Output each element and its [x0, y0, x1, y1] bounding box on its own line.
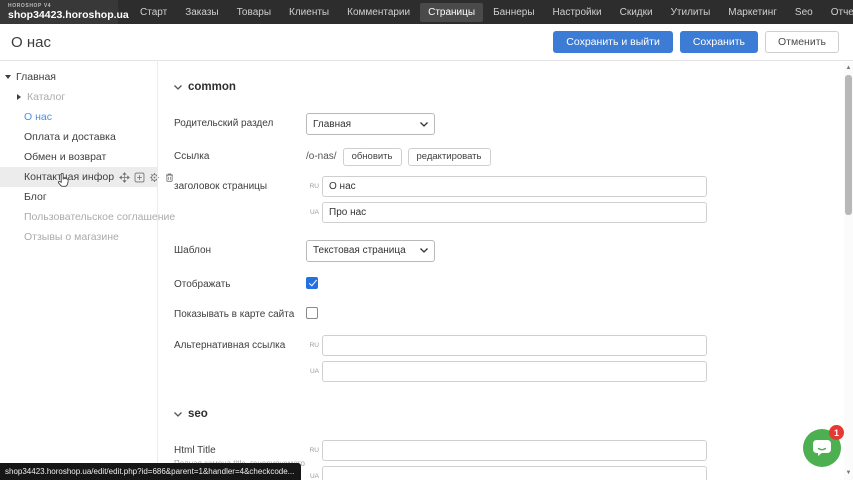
topbar: HOROSHOP V4 shop34423.horoshop.ua Старт … — [0, 0, 853, 24]
alt-link-label: Альтернативная ссылка — [174, 335, 306, 382]
section-seo-header[interactable]: seo — [174, 408, 853, 420]
nav-utility[interactable]: Утилиты — [663, 3, 719, 22]
chevron-down-icon — [420, 122, 428, 127]
collapse-chevron-icon — [174, 412, 182, 417]
lang-ru-badge: RU — [306, 342, 319, 349]
html-title-ua-input[interactable] — [322, 466, 707, 480]
scroll-up-arrow-icon[interactable]: ▲ — [844, 64, 853, 73]
tree-item-katalog[interactable]: Каталог — [0, 87, 157, 107]
html-title-ru-input[interactable] — [322, 440, 707, 461]
nav-start[interactable]: Старт — [132, 3, 175, 22]
page-title-ua-input[interactable] — [322, 202, 707, 223]
save-button[interactable]: Сохранить — [680, 31, 758, 54]
template-label: Шаблон — [174, 240, 306, 262]
page-header: О нас Сохранить и выйти Сохранить Отмени… — [0, 24, 853, 61]
template-select[interactable]: Текстовая страница — [306, 240, 435, 262]
page-title-ru-input[interactable] — [322, 176, 707, 197]
alt-link-ru-input[interactable] — [322, 335, 707, 356]
vertical-scrollbar[interactable]: ▲ ▼ — [844, 62, 853, 480]
logo-version: HOROSHOP V4 — [8, 4, 108, 9]
logo[interactable]: HOROSHOP V4 shop34423.horoshop.ua — [0, 0, 118, 24]
nav-otchety[interactable]: Отчеты — [823, 3, 853, 22]
sitemap-label: Показывать в карте сайта — [174, 304, 306, 322]
link-edit-button[interactable]: редактировать — [408, 148, 491, 166]
lang-ru-badge: RU — [306, 183, 319, 190]
link-update-button[interactable]: обновить — [343, 148, 402, 166]
section-common-title: common — [188, 81, 236, 93]
chat-unread-badge: 1 — [829, 425, 844, 440]
nav-seo[interactable]: Seo — [787, 3, 821, 22]
tree-item-obmen-i-vozvrat[interactable]: Обмен и возврат — [0, 147, 157, 167]
scroll-down-arrow-icon[interactable]: ▼ — [844, 469, 853, 478]
nav-nastroyki[interactable]: Настройки — [545, 3, 610, 22]
parent-section-label: Родительский раздел — [174, 113, 306, 135]
cancel-button[interactable]: Отменить — [765, 31, 839, 54]
page-title-label: заголовок страницы — [174, 176, 306, 223]
parent-section-select[interactable]: Главная — [306, 113, 435, 135]
section-common-header[interactable]: common — [174, 81, 853, 93]
tree-item-o-nas[interactable]: О нас — [0, 107, 157, 127]
nav-klienty[interactable]: Клиенты — [281, 3, 337, 22]
nav-tovary[interactable]: Товары — [229, 3, 279, 22]
lang-ua-badge: UA — [306, 473, 319, 480]
tree-item-blog[interactable]: Блог — [0, 187, 157, 207]
nav-skidki[interactable]: Скидки — [612, 3, 661, 22]
chat-widget-button[interactable]: 1 — [803, 429, 841, 467]
sitemap-checkbox[interactable] — [306, 307, 318, 319]
link-path-value: /o-nas/ — [306, 151, 337, 162]
chevron-down-icon — [420, 248, 428, 253]
main-area: Главная Каталог О нас Оплата и доставка … — [0, 61, 853, 480]
save-and-exit-button[interactable]: Сохранить и выйти — [553, 31, 673, 54]
caret-right-icon[interactable] — [17, 94, 21, 100]
main-nav: Старт Заказы Товары Клиенты Комментарии … — [132, 3, 853, 22]
nav-zakazy[interactable]: Заказы — [177, 3, 226, 22]
pages-tree: Главная Каталог О нас Оплата и доставка … — [0, 61, 157, 480]
chat-bubble-icon — [812, 439, 832, 457]
tree-item-kontaktnaya-informatsiya[interactable]: Контактная инфор — [0, 167, 157, 187]
logo-domain: shop34423.horoshop.ua — [8, 10, 108, 21]
edit-form: common Родительский раздел Главная Ссылк… — [157, 61, 853, 480]
tree-item-otzyvy-o-magazine[interactable]: Отзывы о магазине — [0, 227, 157, 247]
display-checkbox[interactable] — [306, 277, 318, 289]
collapse-chevron-icon — [174, 85, 182, 90]
header-actions: Сохранить и выйти Сохранить Отменить — [553, 31, 839, 54]
status-url-tooltip: shop34423.horoshop.ua/edit/edit.php?id=6… — [0, 463, 301, 480]
tree-item-polzovatelskoe-soglashenie[interactable]: Пользовательское соглашение — [0, 207, 157, 227]
lang-ua-badge: UA — [306, 209, 319, 216]
page-title: О нас — [11, 34, 51, 51]
nav-stranitsy[interactable]: Страницы — [420, 3, 483, 22]
lang-ru-badge: RU — [306, 447, 319, 454]
nav-bannery[interactable]: Баннеры — [485, 3, 542, 22]
tree-item-oplata-i-dostavka[interactable]: Оплата и доставка — [0, 127, 157, 147]
add-page-icon[interactable] — [134, 172, 145, 183]
alt-link-ua-input[interactable] — [322, 361, 707, 382]
tree-item-glavnaya[interactable]: Главная — [0, 67, 157, 87]
lang-ua-badge: UA — [306, 368, 319, 375]
section-seo-title: seo — [188, 408, 208, 420]
nav-kommentarii[interactable]: Комментарии — [339, 3, 418, 22]
move-icon[interactable] — [119, 172, 130, 183]
nav-marketing[interactable]: Маркетинг — [720, 3, 785, 22]
app-window: HOROSHOP V4 shop34423.horoshop.ua Старт … — [0, 0, 853, 480]
caret-down-icon[interactable] — [5, 75, 11, 79]
display-label: Отображать — [174, 274, 306, 292]
link-label: Ссылка — [174, 146, 306, 166]
scrollbar-thumb[interactable] — [845, 75, 852, 215]
